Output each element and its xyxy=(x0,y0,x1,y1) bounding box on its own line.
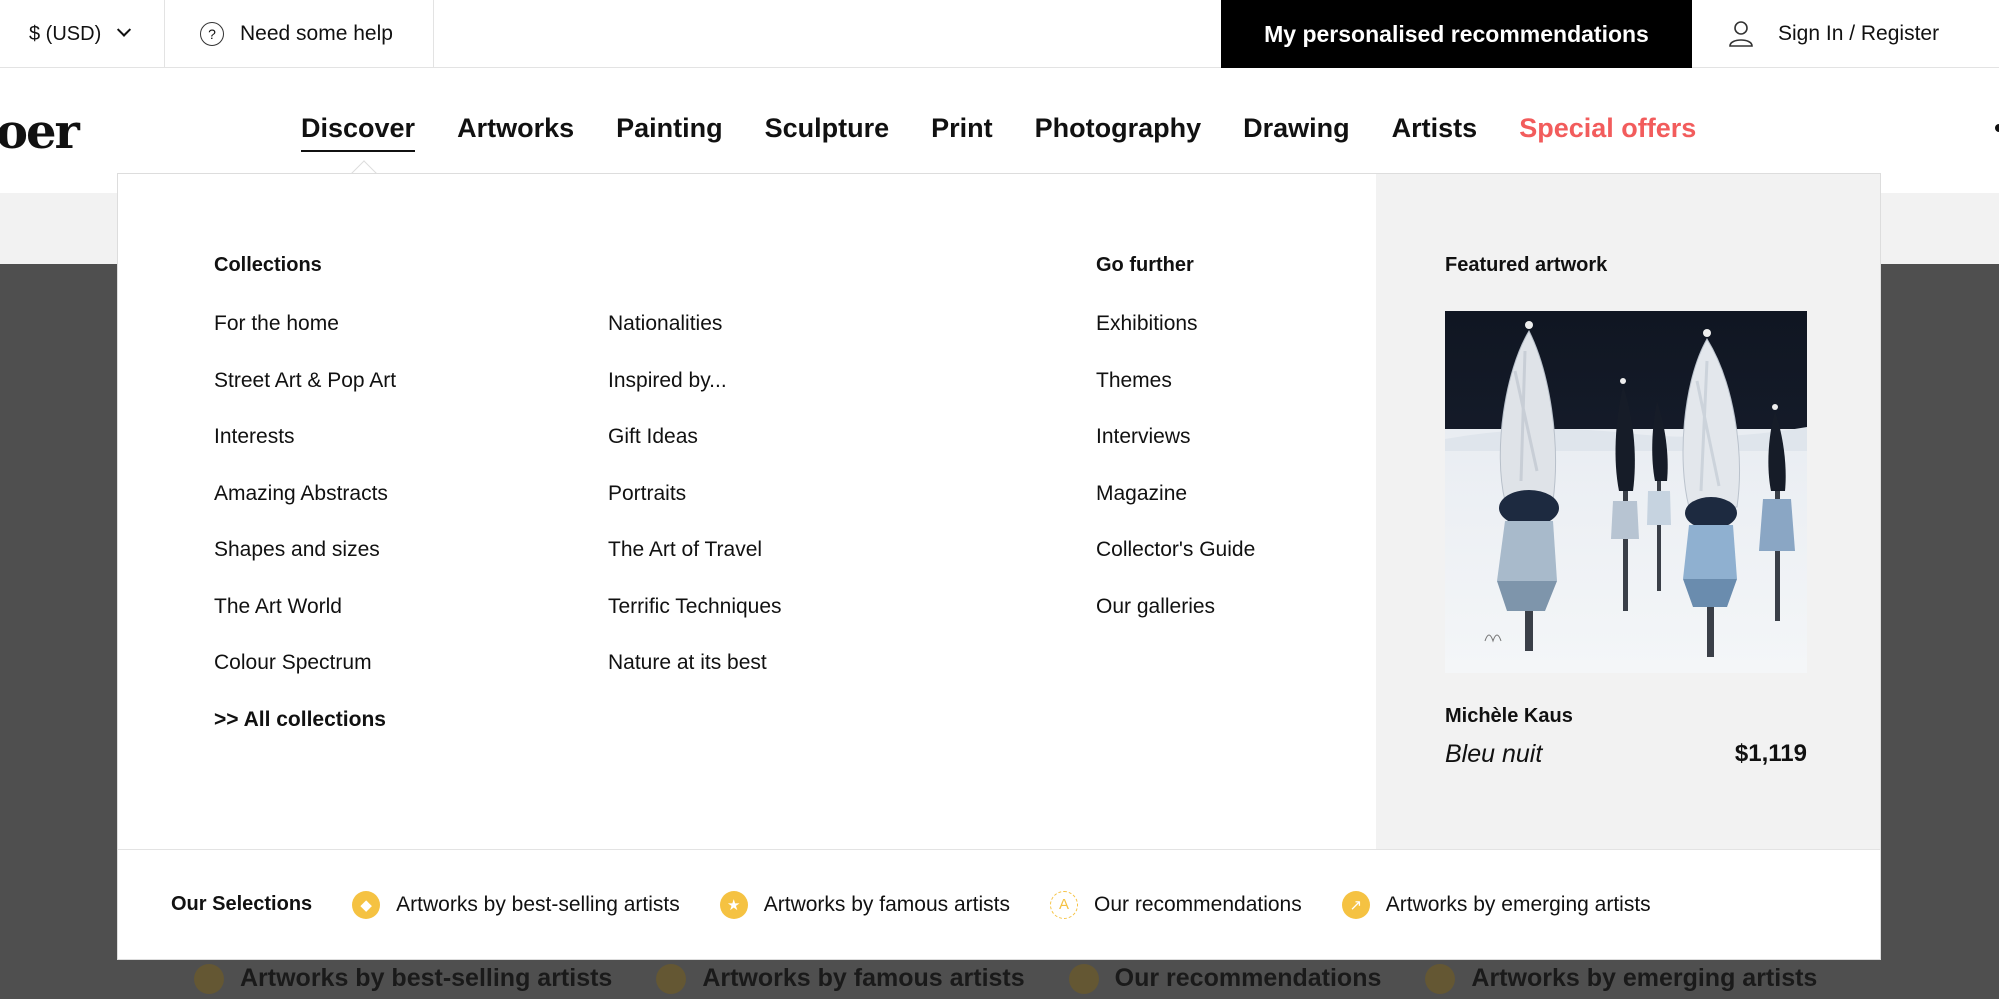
selection-recommendations[interactable]: A Our recommendations xyxy=(1049,890,1302,919)
selections-heading: Our Selections xyxy=(171,893,313,915)
selection-emerging[interactable]: ↗ Artworks by emerging artists xyxy=(1341,890,1651,919)
site-logo[interactable]: oer xyxy=(0,104,80,160)
nav-tab-drawing[interactable]: Drawing xyxy=(1243,113,1350,152)
collection-link[interactable]: Gift Ideas xyxy=(608,425,782,482)
question-icon: ? xyxy=(200,22,224,46)
recommendations-button[interactable]: My personalised recommendations xyxy=(1221,0,1692,68)
collection-link[interactable]: Colour Spectrum xyxy=(214,651,396,708)
star-icon: ★ xyxy=(719,890,748,919)
collection-link[interactable]: Inspired by... xyxy=(608,369,782,426)
go-further-heading: Go further xyxy=(1096,254,1194,276)
go-further-link[interactable]: Collector's Guide xyxy=(1096,538,1255,595)
signin-link[interactable]: Sign In / Register xyxy=(1692,0,1999,68)
nav-tab-discover[interactable]: Discover xyxy=(301,113,416,152)
collection-link[interactable]: The Art of Travel xyxy=(608,538,782,595)
menu-links-area: Collections For the home Street Art & Po… xyxy=(118,174,1376,849)
go-further-link[interactable]: Themes xyxy=(1096,369,1255,426)
nav-tab-photography[interactable]: Photography xyxy=(1035,113,1202,152)
nav-tab-painting[interactable]: Painting xyxy=(616,113,723,152)
bg-selection-item: Artworks by emerging artists xyxy=(1425,963,1817,994)
featured-artwork-title[interactable]: Bleu nuit xyxy=(1445,740,1542,769)
go-further-link[interactable]: Exhibitions xyxy=(1096,312,1255,369)
selection-famous[interactable]: ★ Artworks by famous artists xyxy=(719,890,1010,919)
discover-mega-menu: Collections For the home Street Art & Po… xyxy=(117,173,1881,960)
all-collections-link[interactable]: >> All collections xyxy=(214,708,396,765)
collection-link[interactable]: Shapes and sizes xyxy=(214,538,396,595)
featured-artwork-image[interactable] xyxy=(1445,311,1807,673)
go-further-column: Go further Exhibitions Themes Interviews… xyxy=(1096,254,1255,651)
bg-selection-item: Our recommendations xyxy=(1068,963,1381,994)
selection-label: Our recommendations xyxy=(1093,892,1302,916)
currency-label: $ (USD) xyxy=(29,22,102,45)
go-further-link[interactable]: Magazine xyxy=(1096,482,1255,539)
diamond-icon xyxy=(194,963,224,994)
nav-edge-icon xyxy=(1995,124,1999,132)
selection-label: Artworks by famous artists xyxy=(763,892,1010,916)
our-selections-bar: Our Selections ◆ Artworks by best-sellin… xyxy=(118,849,1880,959)
selection-best-selling[interactable]: ◆ Artworks by best-selling artists xyxy=(352,890,680,919)
selection-label: Artworks by best-selling artists xyxy=(396,892,680,916)
top-utility-bar: $ (USD) ? Need some help My personalised… xyxy=(0,0,1999,68)
trend-icon: ↗ xyxy=(1341,890,1370,919)
featured-heading: Featured artwork xyxy=(1445,254,1608,276)
collection-link[interactable]: Interests xyxy=(214,425,396,482)
collection-link[interactable]: Nature at its best xyxy=(608,651,782,708)
trend-icon xyxy=(1425,963,1456,994)
collection-link[interactable]: Portraits xyxy=(608,482,782,539)
diamond-icon: ◆ xyxy=(352,890,381,919)
background-selections-strip: Artworks by best-selling artists Artwork… xyxy=(0,958,1999,999)
go-further-link[interactable]: Interviews xyxy=(1096,425,1255,482)
signin-label: Sign In / Register xyxy=(1778,22,1940,45)
nav-tab-print[interactable]: Print xyxy=(931,113,993,152)
badge-icon xyxy=(1068,963,1099,994)
collection-link[interactable]: Street Art & Pop Art xyxy=(214,369,396,426)
collection-link[interactable]: Terrific Techniques xyxy=(608,595,782,652)
collections-column-1: Collections For the home Street Art & Po… xyxy=(214,254,396,764)
featured-artwork-panel: Featured artwork Michèle Kaus Bleu nuit … xyxy=(1376,174,1880,849)
collection-link[interactable]: The Art World xyxy=(214,595,396,652)
collection-link[interactable]: Amazing Abstracts xyxy=(214,482,396,539)
nav-tab-sculpture[interactable]: Sculpture xyxy=(765,113,890,152)
collection-link[interactable]: Nationalities xyxy=(608,312,782,369)
featured-artwork-price: $1,119 xyxy=(1734,740,1807,767)
help-link[interactable]: ? Need some help xyxy=(165,0,434,68)
nav-tabs: Discover Artworks Painting Sculpture Pri… xyxy=(301,113,1738,152)
collections-column-2: Nationalities Inspired by... Gift Ideas … xyxy=(608,254,782,708)
collection-link[interactable]: For the home xyxy=(214,312,396,369)
nav-tab-artists[interactable]: Artists xyxy=(1392,113,1478,152)
chevron-down-icon xyxy=(117,22,132,37)
star-icon xyxy=(656,963,687,994)
badge-icon: A xyxy=(1049,890,1078,919)
bg-selection-item: Artworks by famous artists xyxy=(656,963,1025,994)
nav-tab-artworks[interactable]: Artworks xyxy=(457,113,574,152)
collections-heading: Collections xyxy=(214,254,322,276)
currency-selector[interactable]: $ (USD) xyxy=(0,0,165,68)
user-icon xyxy=(1729,21,1753,47)
nav-tab-special-offers[interactable]: Special offers xyxy=(1519,113,1696,152)
featured-artist-name[interactable]: Michèle Kaus xyxy=(1445,705,1573,728)
bg-selection-item: Artworks by best-selling artists xyxy=(194,963,612,994)
go-further-link[interactable]: Our galleries xyxy=(1096,595,1255,652)
selection-label: Artworks by emerging artists xyxy=(1385,892,1651,916)
help-label: Need some help xyxy=(240,22,393,45)
